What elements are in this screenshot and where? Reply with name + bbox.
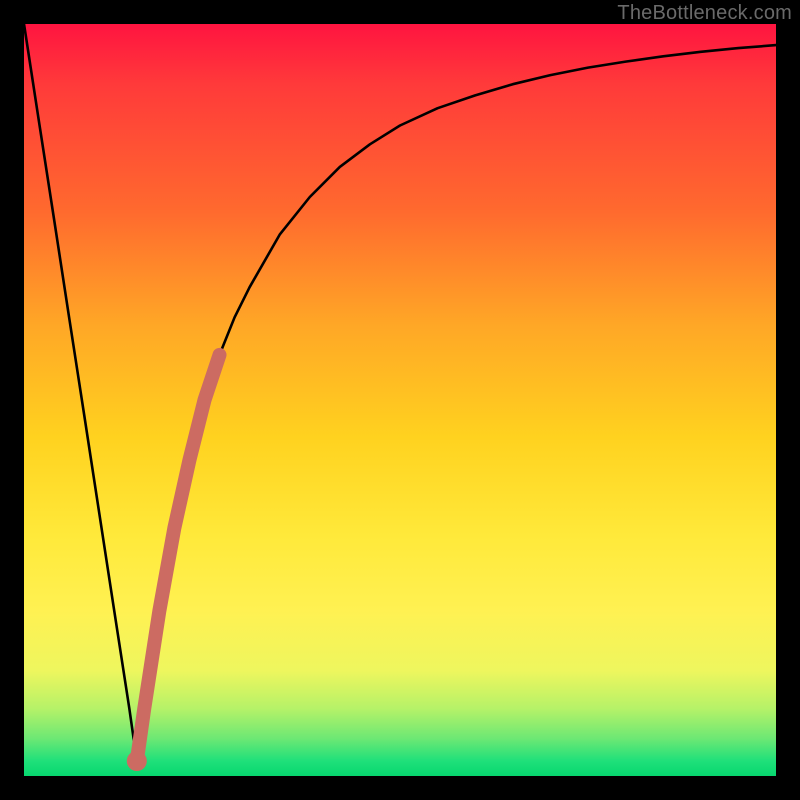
highlighted-segment <box>137 355 220 761</box>
chart-stage: TheBottleneck.com <box>0 0 800 800</box>
chart-svg <box>24 24 776 776</box>
watermark-text: TheBottleneck.com <box>617 2 792 25</box>
plot-area <box>24 24 776 776</box>
min-marker <box>127 751 147 771</box>
bottleneck-curve <box>24 24 776 761</box>
